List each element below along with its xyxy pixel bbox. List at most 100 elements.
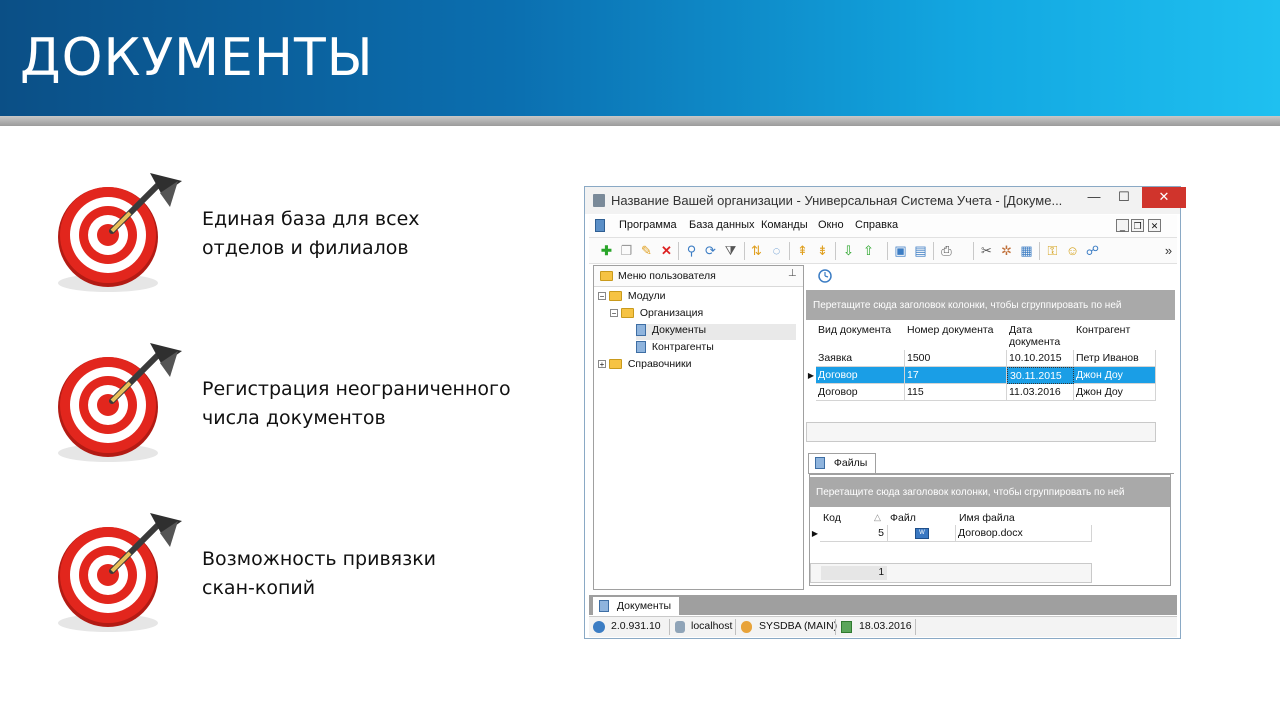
table-cell[interactable]: 5 <box>820 525 888 542</box>
column-header-file-name[interactable]: Имя файла <box>959 512 1015 524</box>
target-dart-icon <box>58 513 182 632</box>
table-cell[interactable]: Джон Доу <box>1074 384 1156 401</box>
comment-icon[interactable]: ◌ <box>769 243 784 258</box>
print-icon[interactable]: ⎙ <box>939 243 954 258</box>
level-up-icon[interactable]: ⇞ <box>795 243 810 258</box>
table-cell[interactable]: Договор.docx <box>956 525 1092 542</box>
table-cell[interactable]: 11.03.2016 <box>1007 384 1074 401</box>
info-icon <box>593 621 605 633</box>
toolbar-separator <box>835 242 836 260</box>
column-header-doc-date[interactable]: Дата документа <box>1009 324 1060 348</box>
bullet-item: Регистрация неограниченного числа докуме… <box>50 335 550 465</box>
column-header-line: документа <box>1009 336 1061 348</box>
status-host: localhost <box>691 620 733 632</box>
document-icon <box>636 341 646 354</box>
import-icon[interactable]: ⇩ <box>841 243 856 258</box>
menu-item-help[interactable]: Справка <box>855 219 898 231</box>
app-icon <box>593 194 605 207</box>
table-cell[interactable]: 17 <box>905 367 1007 384</box>
user-menu-panel: Меню пользователя ⊥ − Модули − Организац… <box>593 265 804 590</box>
delete-icon[interactable]: ✕ <box>659 243 674 258</box>
table-cell-focused[interactable]: 30.11.2015 <box>1007 367 1074 384</box>
export-icon[interactable]: ⇧ <box>861 243 876 258</box>
table-cell[interactable]: Заявка <box>816 350 905 367</box>
bullet-item: Возможность привязки скан-копий <box>50 505 550 635</box>
menu-item-window[interactable]: Окно <box>818 219 844 231</box>
mdi-close-button[interactable]: ✕ <box>1148 219 1161 232</box>
group-by-hint: Перетащите сюда заголовок колонки, чтобы… <box>813 300 1122 311</box>
search-icon[interactable]: ⚲ <box>684 243 699 258</box>
toolbar-overflow-button[interactable]: » <box>1161 243 1176 258</box>
collapse-icon[interactable]: − <box>598 292 606 301</box>
window-list-icon[interactable]: ▤ <box>913 243 928 258</box>
table-cell-file[interactable]: W <box>888 525 956 542</box>
tree-item-label: Организация <box>639 307 704 320</box>
tools-icon[interactable]: ✂ <box>979 243 994 258</box>
window-titlebar[interactable]: Название Вашей организации - Универсальн… <box>585 187 1186 214</box>
collapse-icon[interactable]: − <box>610 309 618 318</box>
sort-icon[interactable]: ⇅ <box>749 243 764 258</box>
document-icon <box>599 600 609 613</box>
new-window-icon[interactable]: ▣ <box>893 243 908 258</box>
files-panel: Перетащите сюда заголовок колонки, чтобы… <box>809 474 1171 586</box>
add-icon[interactable]: ✚ <box>599 243 614 258</box>
maximize-button[interactable]: ☐ <box>1109 187 1139 208</box>
toolbar-separator <box>973 242 974 260</box>
edit-pencil-icon[interactable]: ✎ <box>639 243 654 258</box>
bullet-text: Регистрация неограниченного числа докуме… <box>202 375 542 433</box>
tree-item-organization[interactable]: − Организация <box>610 307 703 323</box>
menu-item-database[interactable]: База данных <box>689 219 755 231</box>
bullet-line: Возможность привязки <box>202 548 437 570</box>
clock-icon[interactable] <box>818 269 832 283</box>
tree-item-documents[interactable]: Документы <box>636 324 796 340</box>
column-header-doc-number[interactable]: Номер документа <box>907 324 993 336</box>
settings-icon[interactable]: ✲ <box>999 243 1014 258</box>
current-row-indicator-icon: ▶ <box>807 371 815 380</box>
column-header-doc-type[interactable]: Вид документа <box>818 324 891 336</box>
table-cell[interactable]: 10.10.2015 <box>1007 350 1074 367</box>
table-cell[interactable]: 115 <box>905 384 1007 401</box>
tree-item-contractors[interactable]: Контрагенты <box>636 341 714 357</box>
document-window-icon <box>595 219 605 232</box>
menu-bar: Программа База данных Команды Окно Справ… <box>589 215 1177 238</box>
status-separator <box>669 619 670 635</box>
status-separator <box>835 619 836 635</box>
expand-icon[interactable]: + <box>598 360 606 369</box>
table-cell[interactable]: Петр Иванов <box>1074 350 1156 367</box>
table-cell[interactable]: Договор <box>816 384 905 401</box>
toolbar-separator <box>789 242 790 260</box>
report-icon[interactable]: ▦ <box>1019 243 1034 258</box>
tree-item-modules[interactable]: − Модули <box>598 290 665 306</box>
header-divider <box>0 116 1280 126</box>
minimize-button[interactable]: — <box>1079 187 1109 208</box>
menu-item-program[interactable]: Программа <box>619 219 677 231</box>
permissions-icon[interactable]: ☍ <box>1085 243 1100 258</box>
column-header-contractor[interactable]: Контрагент <box>1076 324 1130 336</box>
tab-files[interactable]: Файлы <box>808 453 877 473</box>
toolbar-separator <box>887 242 888 260</box>
group-by-panel[interactable]: Перетащите сюда заголовок колонки, чтобы… <box>806 290 1175 320</box>
pin-icon[interactable]: ⊥ <box>788 268 797 279</box>
column-header-file[interactable]: Файл <box>890 512 916 524</box>
tree-item-references[interactable]: + Справочники <box>598 358 691 374</box>
menu-item-commands[interactable]: Команды <box>761 219 808 231</box>
mdi-minimize-button[interactable]: _ <box>1116 219 1129 232</box>
tree-item-label: Модули <box>627 290 666 303</box>
table-cell[interactable]: Договор <box>816 367 905 384</box>
close-button[interactable]: ✕ <box>1142 187 1186 208</box>
filter-icon[interactable]: ⧩ <box>723 243 738 258</box>
status-separator <box>735 619 736 635</box>
table-cell[interactable]: 1500 <box>905 350 1007 367</box>
users-icon[interactable]: ☺ <box>1065 243 1080 258</box>
group-by-panel[interactable]: Перетащите сюда заголовок колонки, чтобы… <box>810 477 1170 507</box>
table-cell[interactable]: Джон Доу <box>1074 367 1156 384</box>
lock-icon[interactable]: ⚿ <box>1045 243 1060 258</box>
column-header-code[interactable]: Код <box>823 512 841 524</box>
window-tab-documents[interactable]: Документы <box>593 597 679 615</box>
mdi-restore-button[interactable]: ❐ <box>1131 219 1144 232</box>
level-down-icon[interactable]: ⇟ <box>815 243 830 258</box>
doc-file-icon: W <box>915 528 929 539</box>
group-by-hint: Перетащите сюда заголовок колонки, чтобы… <box>816 487 1125 498</box>
refresh-icon[interactable]: ⟳ <box>703 243 718 258</box>
copy-icon[interactable]: ❐ <box>619 243 634 258</box>
